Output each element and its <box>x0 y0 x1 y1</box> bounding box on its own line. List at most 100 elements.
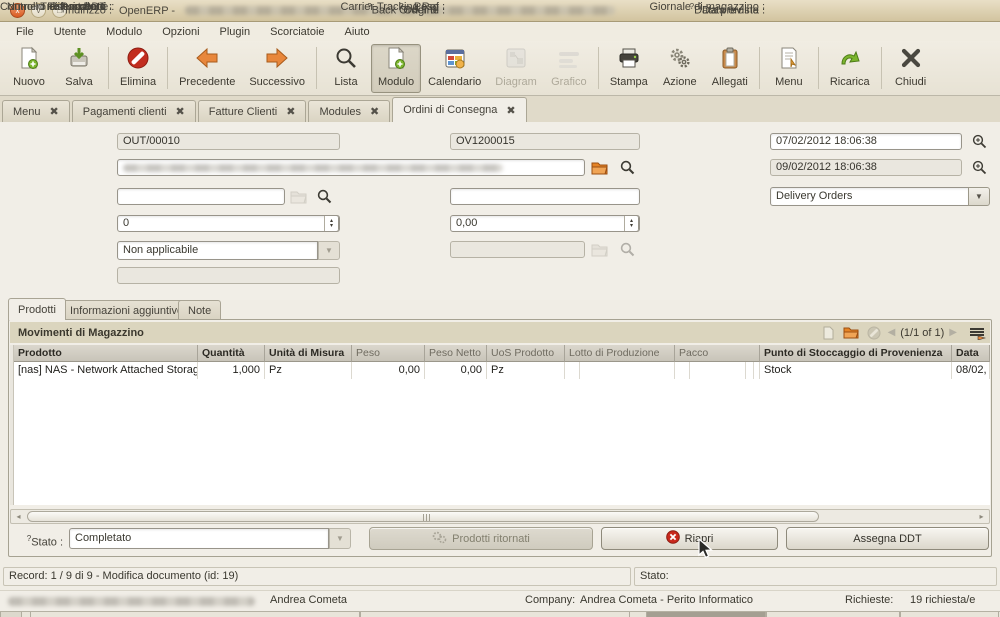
assegna-ddt-button[interactable]: Assegna DDT <box>786 527 989 550</box>
next-button[interactable]: Successivo <box>242 44 312 93</box>
menu-utente[interactable]: Utente <box>44 23 96 41</box>
tab-ordini-di-consegna[interactable]: Ordini di Consegna✖ <box>392 97 526 122</box>
cell-unita-misura[interactable]: Pz <box>265 362 352 379</box>
cell-lotto-produzione[interactable] <box>565 362 675 379</box>
col-unita-misura[interactable]: Unità di Misura <box>265 345 352 362</box>
prodotti-ritornati-button: Prodotti ritornati <box>369 527 593 550</box>
col-quantita[interactable]: Quantità <box>198 345 265 362</box>
giornale-dropdown-icon[interactable]: ▼ <box>968 187 990 206</box>
spinner-arrows-icon[interactable]: ▴▾ <box>324 215 339 232</box>
col-prodotto[interactable]: Prodotto <box>14 345 198 362</box>
tab-pagamenti-clienti[interactable]: Pagamenti clienti✖ <box>72 100 196 122</box>
delete-button[interactable]: Elimina <box>113 44 163 93</box>
attachments-button[interactable]: Allegati <box>705 44 755 93</box>
arrow-right-icon <box>264 46 290 73</box>
close-tab-button[interactable]: Chiudi <box>886 44 936 93</box>
close-tab-icon[interactable]: ✖ <box>506 104 515 117</box>
trasportatore-field[interactable] <box>117 188 285 205</box>
cell-uos-prodotto[interactable]: Pz <box>487 362 565 379</box>
tab-menu[interactable]: Menu✖ <box>2 100 70 122</box>
company-value: Andrea Cometa - Perito Informatico <box>580 594 753 606</box>
toolbar-separator <box>818 47 819 89</box>
close-tab-icon[interactable]: ✖ <box>370 105 379 118</box>
clipboard-icon <box>718 46 742 73</box>
delete-line-icon-disabled <box>865 325 883 341</box>
data-ordine-field[interactable]: 07/02/2012 18:06:38 <box>770 133 962 150</box>
search-record-icon[interactable] <box>315 188 333 204</box>
gears-icon <box>432 531 447 547</box>
col-pacco[interactable]: Pacco <box>675 345 760 362</box>
cell-quantita[interactable]: 1,000 <box>198 362 265 379</box>
search-record-icon[interactable] <box>618 159 636 175</box>
stato-combobox[interactable]: Completato <box>69 528 329 549</box>
print-button[interactable]: Stampa <box>603 44 655 93</box>
notebook-tab-informazioni[interactable]: Informazioni aggiuntive <box>60 300 193 320</box>
scroll-right-icon[interactable]: ▸ <box>974 510 989 523</box>
previous-button[interactable]: Precedente <box>172 44 242 93</box>
menu-file[interactable]: File <box>6 23 44 41</box>
horizontal-scrollbar[interactable]: ◂ ▸ <box>10 509 990 524</box>
close-tab-icon[interactable]: ✖ <box>50 105 59 118</box>
cell-punto-stoccaggio[interactable]: Stock <box>760 362 952 379</box>
menu-view-button[interactable]: Menu <box>764 44 814 93</box>
action-button[interactable]: Azione <box>655 44 705 93</box>
col-punto-stoccaggio[interactable]: Punto di Stoccaggio di Provenienza <box>760 345 952 362</box>
scrollbar-thumb[interactable] <box>27 511 819 522</box>
date-zoom-icon[interactable] <box>970 133 988 149</box>
cell-prodotto[interactable]: [nas] NAS - Network Attached Storage <box>14 362 198 379</box>
indirizzo-field[interactable] <box>117 159 585 176</box>
open-tabs-strip: Menu✖ Pagamenti clienti✖ Fatture Clienti… <box>0 96 1000 122</box>
search-icon <box>334 46 358 73</box>
diagram-view-button: Diagram <box>488 44 544 93</box>
menu-scorciatoie[interactable]: Scorciatoie <box>260 23 334 41</box>
date-zoom-icon[interactable] <box>970 159 988 175</box>
numero-pacchetti-spinner[interactable]: 0 ▴▾ <box>117 215 340 232</box>
menu-aiuto[interactable]: Aiuto <box>335 23 380 41</box>
carrier-tracking-field[interactable] <box>450 188 640 205</box>
requests-value[interactable]: 19 richiesta/e <box>910 594 975 606</box>
riapri-button[interactable]: Riapri <box>601 527 778 550</box>
menu-opzioni[interactable]: Opzioni <box>152 23 209 41</box>
toolbar-separator <box>167 47 168 89</box>
col-uos-prodotto[interactable]: UoS Prodotto <box>487 345 565 362</box>
close-x-icon <box>899 46 923 73</box>
new-button[interactable]: Nuovo <box>4 44 54 93</box>
col-lotto-produzione[interactable]: Lotto di Produzione <box>565 345 675 362</box>
open-line-folder-icon[interactable] <box>842 325 860 341</box>
arrow-left-icon <box>194 46 220 73</box>
mouse-cursor <box>698 538 714 565</box>
cell-pacco[interactable] <box>675 362 760 379</box>
menu-modulo[interactable]: Modulo <box>96 23 152 41</box>
menu-plugin[interactable]: Plugin <box>210 23 261 41</box>
switch-view-icon[interactable] <box>968 325 986 341</box>
notebook-tab-prodotti[interactable]: Prodotti <box>8 298 66 320</box>
cell-peso[interactable]: 0,00 <box>352 362 425 379</box>
list-view-button[interactable]: Lista <box>321 44 371 93</box>
cell-data[interactable]: 08/02, <box>952 362 990 379</box>
tab-modules[interactable]: Modules✖ <box>308 100 390 122</box>
company-label: Company: <box>525 594 575 606</box>
open-record-folder-icon[interactable] <box>590 159 608 175</box>
cancel-circle-icon <box>666 530 680 547</box>
notebook-tab-note[interactable]: Note <box>178 300 221 320</box>
stato-status: Stato: <box>634 567 997 586</box>
peso-spinner[interactable]: 0,00 ▴▾ <box>450 215 640 232</box>
form-view-button[interactable]: Modulo <box>371 44 421 93</box>
col-data[interactable]: Data <box>952 345 990 362</box>
spinner-arrows-icon[interactable]: ▴▾ <box>624 215 639 232</box>
user-name: Andrea Cometa <box>270 594 347 606</box>
cell-peso-netto[interactable]: 0,00 <box>425 362 487 379</box>
close-tab-icon[interactable]: ✖ <box>176 105 185 118</box>
calendar-view-button[interactable]: Calendario <box>421 44 488 93</box>
tab-fatture-clienti[interactable]: Fatture Clienti✖ <box>198 100 307 122</box>
stock-moves-table: Prodotto Quantità Unità di Misura Peso P… <box>10 345 990 505</box>
col-peso-netto[interactable]: Peso Netto <box>425 345 487 362</box>
save-button[interactable]: Salva <box>54 44 104 93</box>
reload-button[interactable]: Ricarica <box>823 44 877 93</box>
scroll-left-icon[interactable]: ◂ <box>11 510 26 523</box>
pager-next-icon: ▶ <box>949 327 957 338</box>
controllo-fatturazione-combobox[interactable]: Non applicabile <box>117 241 318 260</box>
close-tab-icon[interactable]: ✖ <box>286 105 295 118</box>
col-peso[interactable]: Peso <box>352 345 425 362</box>
giornale-combobox[interactable]: Delivery Orders <box>770 187 970 206</box>
